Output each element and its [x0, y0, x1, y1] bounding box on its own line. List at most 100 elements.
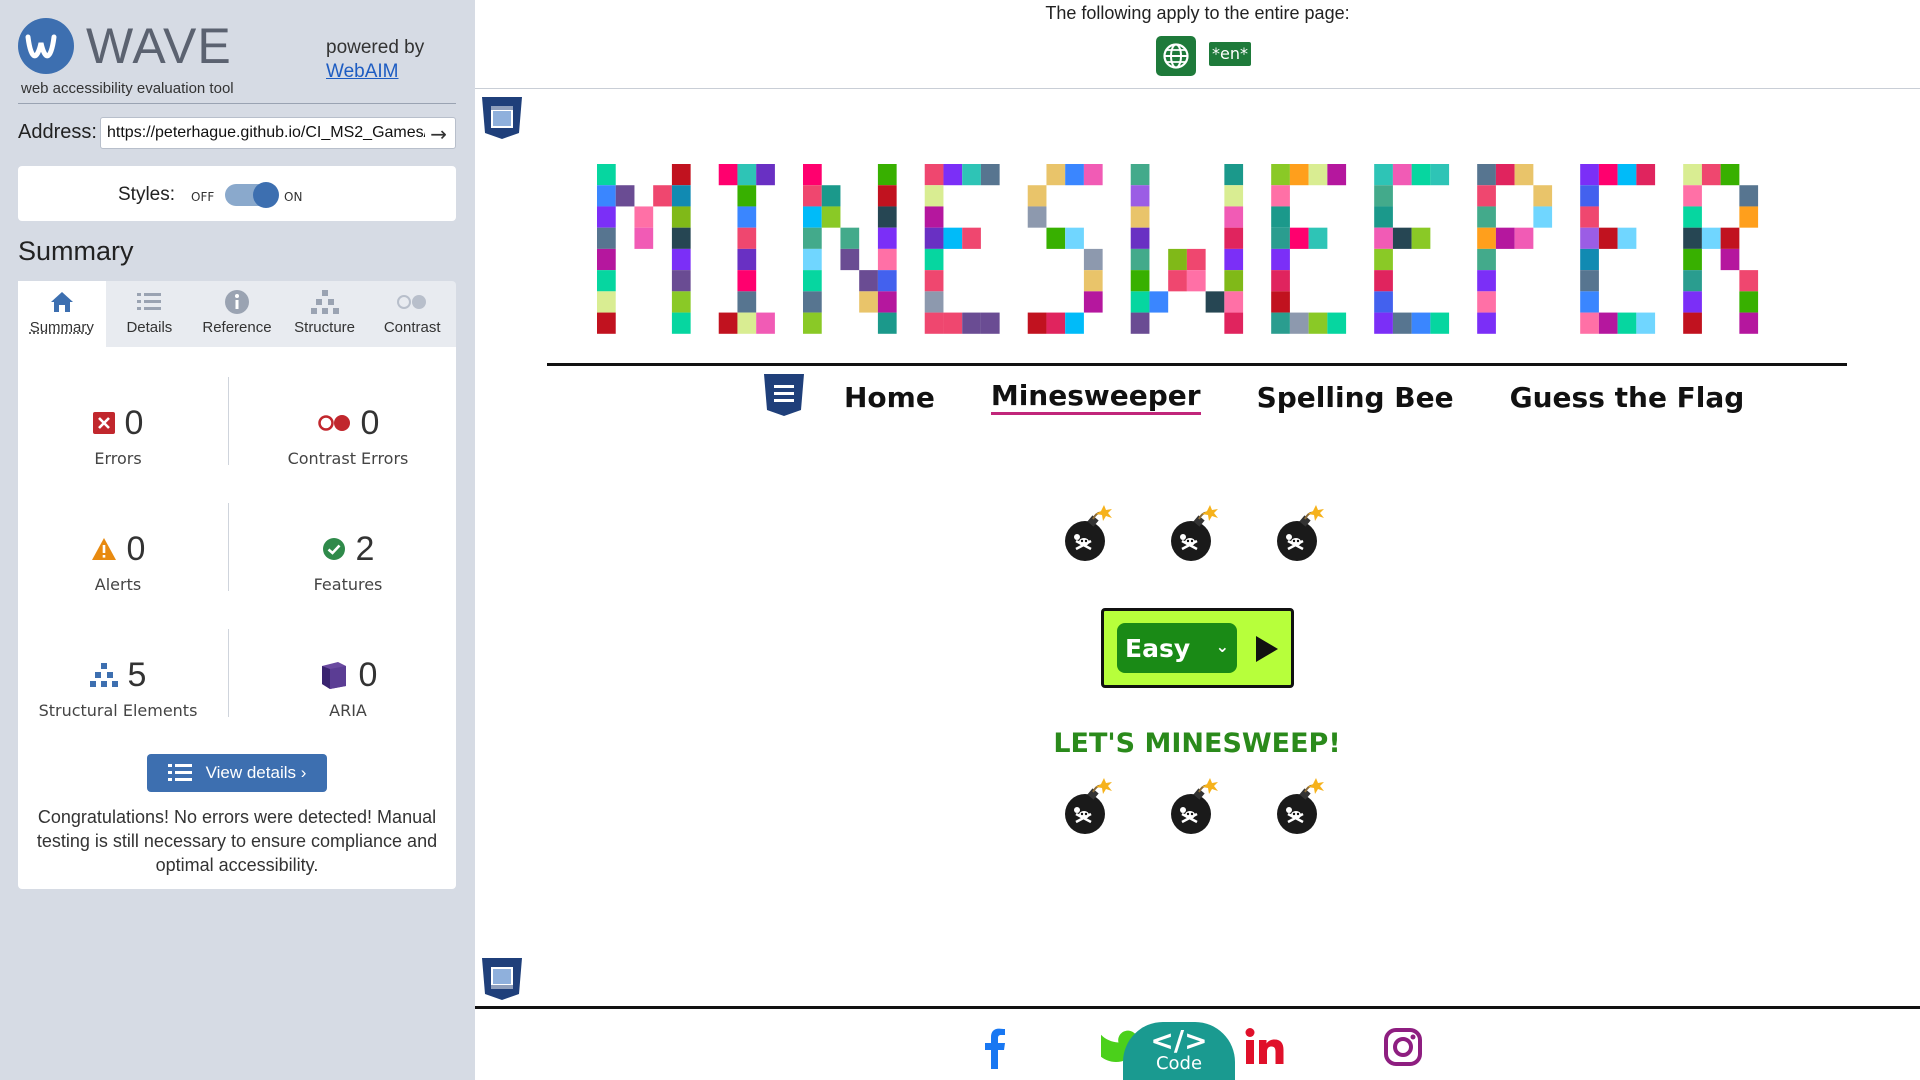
logo-pixel: [1027, 185, 1047, 207]
instagram-icon[interactable]: [1381, 1025, 1425, 1069]
logo-pixel: [1083, 248, 1103, 271]
tab-details[interactable]: Details: [106, 281, 194, 347]
nav-link-home[interactable]: Home: [844, 381, 935, 414]
logo-pixel: [1739, 185, 1759, 207]
navigation-structure-icon[interactable]: [762, 372, 806, 418]
logo-pixel: [980, 312, 1000, 334]
logo-pixel: [1683, 185, 1702, 207]
stat-structural-elements[interactable]: 5 Structural Elements: [18, 653, 218, 721]
nav-link-spelling-bee[interactable]: Spelling Bee: [1257, 381, 1454, 414]
logo-pixel: [859, 291, 878, 313]
logo-pixel: [1720, 164, 1740, 186]
difficulty-value: Easy: [1125, 633, 1191, 663]
logo-pixel: [1701, 227, 1721, 249]
summary-panel: 0 Errors 0 Contrast Errors 0 Alerts 2 Fe…: [18, 347, 456, 889]
tab-contrast[interactable]: Contrast: [368, 281, 456, 347]
logo-pixel: [1083, 291, 1103, 313]
powered-by-text: powered by: [326, 37, 425, 58]
features-count: 2: [355, 529, 375, 568]
view-details-button[interactable]: View details ›: [147, 754, 327, 792]
globe-icon[interactable]: [1156, 36, 1196, 76]
logo-pixel: [737, 185, 757, 207]
logo-pixel: [1739, 312, 1759, 334]
logo-pixel: [803, 185, 822, 207]
logo-pixel: [671, 291, 691, 313]
stat-aria[interactable]: 0 ARIA: [248, 653, 448, 720]
logo-pixel: [1477, 206, 1496, 228]
logo-pixel: [737, 164, 757, 186]
address-input[interactable]: [107, 124, 425, 142]
logo-pixel: [1224, 270, 1244, 292]
divider: [228, 629, 229, 717]
facebook-icon[interactable]: [973, 1025, 1017, 1069]
logo-pixel: [737, 270, 757, 292]
structure-count: 5: [127, 655, 147, 694]
logo-pixel: [1636, 312, 1656, 334]
logo-pixel: [877, 206, 897, 228]
logo-pixel: [1308, 312, 1328, 334]
nav-link-minesweeper[interactable]: Minesweeper: [990, 379, 1201, 415]
logo-pixel: [1186, 248, 1206, 271]
code-tab-label: Code: [1155, 1053, 1203, 1074]
divider: [228, 377, 229, 465]
logo-pixel: [1477, 227, 1496, 249]
logo-pixel: [1580, 206, 1599, 228]
logo-pixel: [803, 248, 822, 271]
main-nav: Home Minesweeper Spelling Bee Guess the …: [844, 377, 1800, 417]
logo-pixel: [1168, 270, 1187, 292]
toggle-knob: [253, 182, 279, 208]
tab-structure[interactable]: Structure: [281, 281, 369, 347]
logo-pixel: [1477, 291, 1496, 313]
footer-structure-icon[interactable]: [480, 956, 524, 1002]
tab-summary[interactable]: Summary: [18, 281, 106, 347]
webaim-link[interactable]: WebAIM: [326, 61, 399, 82]
powered-by: powered by WebAIM: [326, 36, 424, 84]
logo-pixel: [597, 164, 616, 186]
header-structure-icon[interactable]: [480, 95, 524, 141]
logo-pixel: [1224, 312, 1244, 334]
logo-pixel: [1224, 291, 1244, 313]
difficulty-select[interactable]: Easy ⌄: [1117, 623, 1237, 673]
linkedin-icon[interactable]: [1243, 1025, 1287, 1069]
wave-title: WAVE: [86, 18, 232, 74]
logo-pixel: [821, 185, 841, 207]
logo-pixel: [1046, 164, 1066, 186]
styles-toggle[interactable]: [225, 182, 279, 208]
stat-alerts[interactable]: 0 Alerts: [18, 527, 218, 594]
logo-pixel: [1205, 291, 1225, 313]
home-icon: [18, 287, 106, 317]
logo-pixel: [924, 227, 944, 249]
code-tab-button[interactable]: </> Code: [1123, 1022, 1235, 1080]
chevron-down-icon: ⌄: [1215, 637, 1229, 656]
logo-pixel: [1224, 227, 1244, 249]
hierarchy-icon: [281, 287, 369, 317]
minesweeper-logo: [597, 164, 1759, 334]
stat-features[interactable]: 2 Features: [248, 527, 448, 595]
logo-pixel: [1477, 248, 1496, 271]
play-icon[interactable]: [1256, 636, 1278, 662]
language-badge[interactable]: *en*: [1209, 42, 1251, 66]
logo-pixel: [597, 291, 616, 313]
alert-icon: [91, 538, 116, 560]
list-icon: [167, 764, 192, 781]
styles-toggle-panel: Styles: OFF ON: [18, 166, 456, 221]
bomb-icon: [1169, 778, 1219, 836]
stat-contrast-errors[interactable]: 0 Contrast Errors: [248, 401, 448, 469]
logo-pixel: [1580, 185, 1599, 207]
error-icon: [92, 412, 115, 434]
hierarchy-icon: [89, 663, 118, 687]
logo-pixel: [1271, 227, 1290, 249]
logo-pixel: [943, 164, 963, 186]
aria-label: ARIA: [329, 701, 367, 720]
tab-label: Contrast: [383, 319, 441, 336]
logo-pixel: [1720, 248, 1740, 271]
stat-errors[interactable]: 0 Errors: [18, 401, 218, 468]
nav-link-guess-the-flag[interactable]: Guess the Flag: [1510, 381, 1745, 414]
tab-reference[interactable]: Reference: [193, 281, 281, 347]
address-field-wrapper: →: [100, 117, 456, 149]
bomb-icon: [1275, 778, 1325, 836]
header-divider: [547, 363, 1847, 366]
logo-pixel: [1617, 164, 1637, 186]
arrow-right-icon[interactable]: →: [430, 122, 447, 146]
logo-pixel: [1683, 312, 1702, 334]
